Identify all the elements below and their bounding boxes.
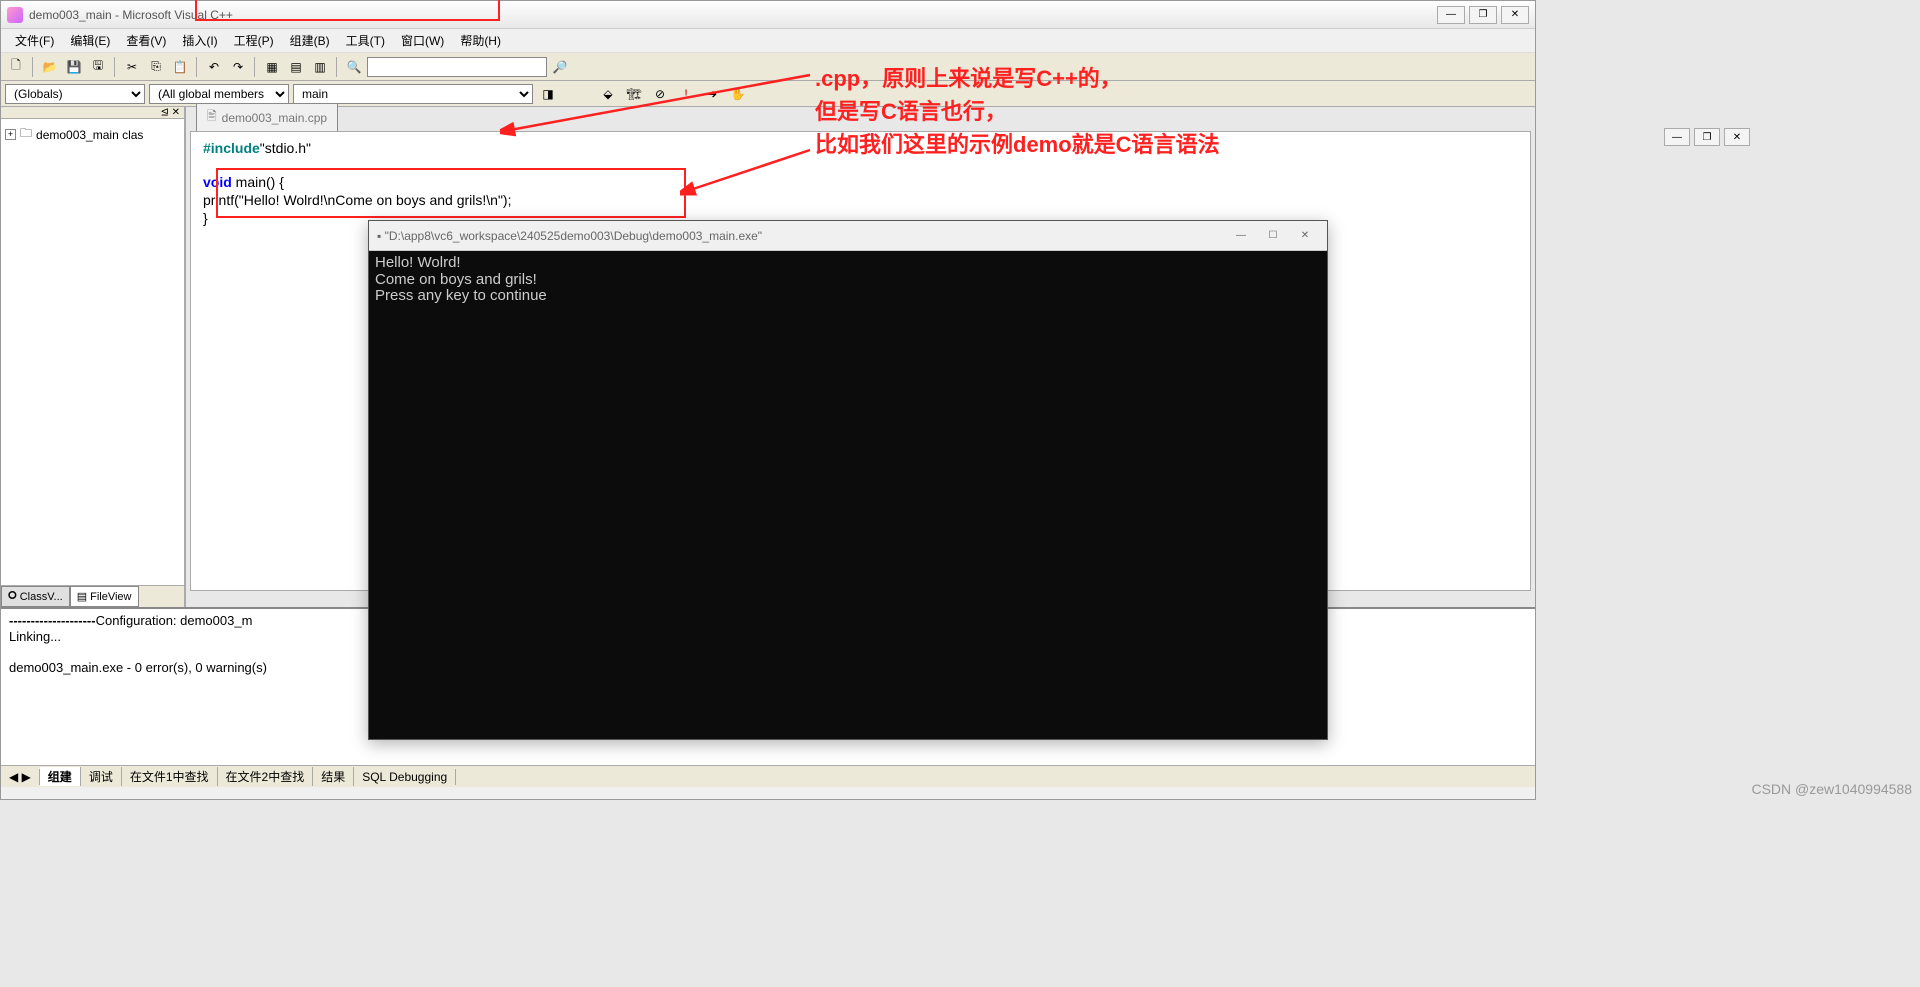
function-combo[interactable]: main <box>293 84 533 104</box>
separator <box>336 57 338 77</box>
cut-icon[interactable]: ✂ <box>121 56 143 78</box>
watermark: CSDN @zew1040994588 <box>1751 781 1912 797</box>
menu-help[interactable]: 帮助(H) <box>454 30 507 51</box>
window-controls: — ❐ ✕ <box>1437 6 1529 24</box>
window-title: demo003_main - Microsoft Visual C++ <box>29 8 1437 22</box>
file-icon: 🖹 <box>207 107 217 128</box>
editor-tab-label: demo003_main.cpp <box>222 111 327 125</box>
workspace-icon[interactable]: ▦ <box>261 56 283 78</box>
fileview-icon: ▤ <box>77 590 87 603</box>
menubar: 文件(F) 编辑(E) 查看(V) 插入(I) 工程(P) 组建(B) 工具(T… <box>1 29 1535 53</box>
output-dash: -------------------- <box>9 613 96 628</box>
console-titlebar: ▪ "D:\app8\vc6_workspace\240525demo003\D… <box>369 221 1327 251</box>
classview-icon: 🞇 <box>8 590 17 603</box>
open-icon[interactable]: 📂 <box>39 56 61 78</box>
toolbar: 🗋 📂 💾 🖫 ✂ ⎘ 📋 ↶ ↷ ▦ ▤ ▥ 🔍 🔎 <box>1 53 1535 81</box>
menu-build[interactable]: 组建(B) <box>284 30 336 51</box>
menu-edit[interactable]: 编辑(E) <box>64 30 116 51</box>
sidebar-tabs: 🞇 ClassV... ▤ FileView <box>1 585 184 607</box>
output-tabs: ◀ ▶ 组建 调试 在文件1中查找 在文件2中查找 结果 SQL Debuggi… <box>1 765 1535 787</box>
maximize-button[interactable]: ❐ <box>1469 6 1497 24</box>
tree-root[interactable]: + 🗀 demo003_main clas <box>5 123 180 146</box>
save-all-icon[interactable]: 🖫 <box>87 56 109 78</box>
build-icon[interactable]: 🏗 <box>623 83 645 105</box>
folder-icon: 🗀 <box>20 124 32 145</box>
output-tab-results[interactable]: 结果 <box>313 767 354 786</box>
mdi-minimize[interactable]: — <box>1664 128 1690 146</box>
menu-view[interactable]: 查看(V) <box>120 30 172 51</box>
output-icon[interactable]: ▤ <box>285 56 307 78</box>
menu-insert[interactable]: 插入(I) <box>176 30 223 51</box>
console-icon: ▪ <box>377 229 381 243</box>
output-tab-debug[interactable]: 调试 <box>81 767 122 786</box>
console-window: ▪ "D:\app8\vc6_workspace\240525demo003\D… <box>368 220 1328 740</box>
search-icon[interactable]: 🔎 <box>549 56 571 78</box>
output-config: Configuration: demo003_m <box>96 613 253 628</box>
sidebar: ⊴ ✕ + 🗀 demo003_main clas 🞇 ClassV... ▤ … <box>1 107 186 607</box>
menu-tools[interactable]: 工具(T) <box>340 30 391 51</box>
breakpoint-icon[interactable]: ✋ <box>727 83 749 105</box>
console-minimize[interactable]: — <box>1227 227 1255 245</box>
members-combo[interactable]: (All global members <box>149 84 289 104</box>
menu-file[interactable]: 文件(F) <box>9 30 60 51</box>
output-tab-sql[interactable]: SQL Debugging <box>354 769 456 785</box>
titlebar: demo003_main - Microsoft Visual C++ — ❐ … <box>1 1 1535 29</box>
find-icon[interactable]: 🔍 <box>343 56 365 78</box>
console-maximize[interactable]: ☐ <box>1259 227 1287 245</box>
wizard-icon[interactable]: ◨ <box>537 83 559 105</box>
annotation-text: .cpp，原则上来说是写C++的， 但是写C语言也行， 比如我们这里的示例dem… <box>815 62 1220 161</box>
output-nav[interactable]: ◀ ▶ <box>1 769 40 785</box>
paste-icon[interactable]: 📋 <box>169 56 191 78</box>
sidebar-header: ⊴ ✕ <box>1 107 184 119</box>
mdi-controls: — ❐ ✕ <box>1664 128 1750 146</box>
mdi-close[interactable]: ✕ <box>1724 128 1750 146</box>
tab-classview[interactable]: 🞇 ClassV... <box>1 586 70 607</box>
output-tab-build[interactable]: 组建 <box>40 767 81 786</box>
mdi-maximize[interactable]: ❐ <box>1694 128 1720 146</box>
separator <box>254 57 256 77</box>
redo-icon[interactable]: ↷ <box>227 56 249 78</box>
separator <box>114 57 116 77</box>
menu-window[interactable]: 窗口(W) <box>395 30 450 51</box>
undo-icon[interactable]: ↶ <box>203 56 225 78</box>
minimize-button[interactable]: — <box>1437 6 1465 24</box>
output-tab-find2[interactable]: 在文件2中查找 <box>218 767 314 786</box>
compile-icon[interactable]: ⬙ <box>597 83 619 105</box>
app-icon <box>7 7 23 23</box>
window-list-icon[interactable]: ▥ <box>309 56 331 78</box>
separator <box>196 57 198 77</box>
scope-combo[interactable]: (Globals) <box>5 84 145 104</box>
new-file-icon[interactable]: 🗋 <box>5 56 27 78</box>
editor-tab[interactable]: 🖹 demo003_main.cpp <box>196 103 338 131</box>
find-combo[interactable] <box>367 57 547 77</box>
close-button[interactable]: ✕ <box>1501 6 1529 24</box>
output-result: demo003_main.exe - 0 error(s), 0 warning… <box>9 660 267 675</box>
console-title: "D:\app8\vc6_workspace\240525demo003\Deb… <box>385 229 1227 243</box>
console-output[interactable]: Hello! Wolrd! Come on boys and grils! Pr… <box>369 251 1327 309</box>
copy-icon[interactable]: ⎘ <box>145 56 167 78</box>
tab-fileview[interactable]: ▤ FileView <box>70 586 139 607</box>
stop-build-icon[interactable]: ⊘ <box>649 83 671 105</box>
output-tab-find1[interactable]: 在文件1中查找 <box>122 767 218 786</box>
expand-icon[interactable]: + <box>5 129 16 140</box>
go-icon[interactable]: ➔ <box>701 83 723 105</box>
console-close[interactable]: ✕ <box>1291 227 1319 245</box>
class-tree[interactable]: + 🗀 demo003_main clas <box>1 119 184 585</box>
tree-root-label: demo003_main clas <box>36 128 143 142</box>
execute-icon[interactable]: ! <box>675 83 697 105</box>
menu-project[interactable]: 工程(P) <box>228 30 280 51</box>
output-linking: Linking... <box>9 629 61 644</box>
separator <box>32 57 34 77</box>
save-icon[interactable]: 💾 <box>63 56 85 78</box>
